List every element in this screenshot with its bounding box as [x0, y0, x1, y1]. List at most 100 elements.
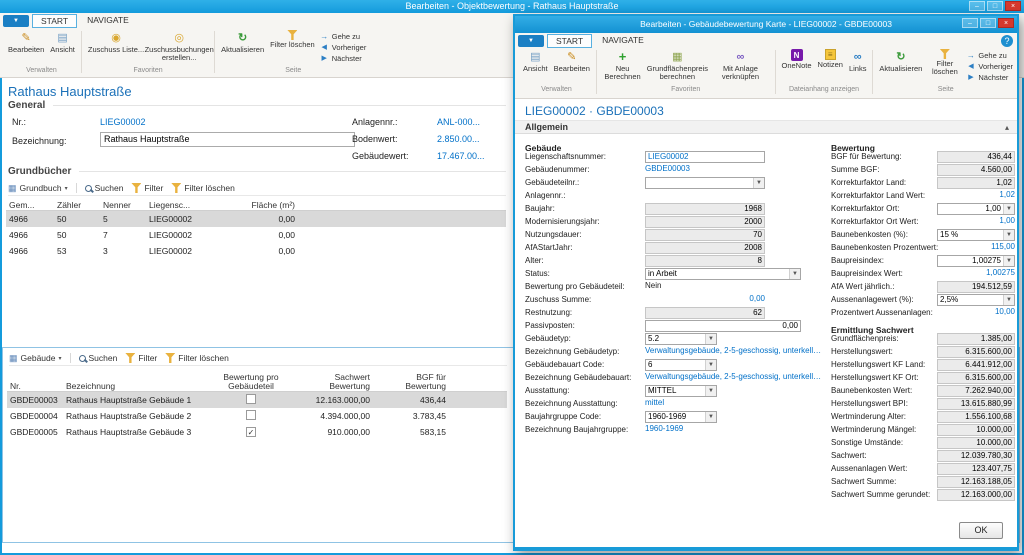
gebäudeteilnr-select[interactable]: ▼	[645, 177, 765, 189]
baupreisindex-select[interactable]: 1,00275▼	[937, 255, 1015, 267]
herstellungswert-input[interactable]: 6.315.600,00	[937, 346, 1015, 358]
bewertung-checkbox[interactable]: ✓	[246, 427, 256, 437]
aussenanlagewert-select[interactable]: 2,5%▼	[937, 294, 1015, 306]
status-select[interactable]: in Arbeit▼	[645, 268, 801, 280]
bearbeiten-button[interactable]: Bearbeiten	[5, 29, 47, 55]
close-button[interactable]: ×	[1005, 1, 1021, 11]
suchen-button[interactable]: Suchen	[79, 353, 118, 363]
grundflächenpreis-berechnen-button[interactable]: Grundflächenpreis berechnen	[645, 48, 709, 82]
gebäudetyp-select[interactable]: 5.2▼	[645, 333, 717, 345]
liegenschaftsnummer-input[interactable]: LIEG00002	[645, 151, 765, 163]
bodenwert-value-link[interactable]: 2.850.00...	[437, 134, 480, 144]
korrekturfaktor-ort-wert-link[interactable]: 1,00	[937, 216, 1015, 225]
section-general-header[interactable]: General	[8, 100, 506, 111]
gebäudebauart-code-select[interactable]: 6▼	[645, 359, 717, 371]
alter-input[interactable]: 8	[645, 255, 765, 267]
baujahr-input[interactable]: 1968	[645, 203, 765, 215]
sachwert-summe-input[interactable]: 12.163.188,05	[937, 476, 1015, 488]
vorheriger-button[interactable]: Vorheriger	[966, 61, 1013, 71]
bearbeiten-button[interactable]: Bearbeiten	[551, 48, 593, 74]
bewertung-checkbox[interactable]	[246, 410, 256, 420]
sachwert-input[interactable]: 12.039.780,30	[937, 450, 1015, 462]
afa-wert-jährlich-input[interactable]: 194.512,59	[937, 281, 1015, 293]
ok-button[interactable]: OK	[959, 522, 1003, 539]
sonstige-umstände-input[interactable]: 10.000,00	[937, 437, 1015, 449]
dialog-maximize-button[interactable]: □	[980, 18, 996, 28]
summe-bgf-input[interactable]: 4.560,00	[937, 164, 1015, 176]
passivposten-input[interactable]: 0,00	[645, 320, 801, 332]
section-grundbuecher-header[interactable]: Grundbücher	[8, 166, 506, 177]
table-row[interactable]: 4966507LIEG000020,00	[6, 227, 506, 243]
bezeichnung-baujahrgruppe-link[interactable]: 1960-1969	[645, 424, 683, 433]
korrekturfaktor-land-input[interactable]: 1,02	[937, 177, 1015, 189]
sachwert-summe-gerundet-input[interactable]: 12.163.000,00	[937, 489, 1015, 501]
baunebenkosten-prozentwert-link[interactable]: 115,00	[937, 242, 1015, 251]
herstellungswert-bpi-input[interactable]: 13.615.880,99	[937, 398, 1015, 410]
ansicht-button[interactable]: Ansicht	[47, 29, 78, 55]
zuschuss-summe-link[interactable]: 0,00	[645, 294, 765, 303]
grundbuch-button[interactable]: Grundbuch▾	[8, 183, 68, 194]
bezeichnung-input[interactable]: Rathaus Hauptstraße	[100, 132, 355, 147]
aktualisieren-button[interactable]: Aktualisieren	[876, 48, 925, 74]
gebäude-button[interactable]: Gebäude▾	[9, 353, 62, 364]
filter-button[interactable]: Filter	[125, 353, 157, 363]
help-icon[interactable]: ?	[1001, 35, 1013, 47]
nr-value-link[interactable]: LIEG00002	[100, 117, 146, 127]
bezeichnung-gebäudetyp-link[interactable]: Verwaltungsgebäude, 2-5-geschossig, unte…	[645, 346, 825, 355]
mit-anlage-verknüpfen-button[interactable]: Mit Anlage verknüpfen	[709, 48, 771, 82]
tab-navigate[interactable]: NAVIGATE	[594, 34, 652, 48]
prozentwert-aussenanlagen-link[interactable]: 10,00	[937, 307, 1015, 316]
filter-löschen-button[interactable]: Filter löschen	[165, 353, 229, 363]
wertminderung-alter-input[interactable]: 1.556.100,68	[937, 411, 1015, 423]
fasttab-allgemein[interactable]: Allgemein ▴	[515, 120, 1017, 134]
bgf-für-bewertung-input[interactable]: 436,44	[937, 151, 1015, 163]
application-menu-button[interactable]: ▼	[3, 15, 29, 27]
nächster-button[interactable]: Nächster	[966, 72, 1013, 82]
minimize-button[interactable]: –	[969, 1, 985, 11]
anlagennr-value-link[interactable]: ANL-000...	[437, 117, 480, 127]
filter-löschen-button[interactable]: Filter löschen	[171, 183, 235, 193]
grundflächenpreis-input[interactable]: 1.385,00	[937, 333, 1015, 345]
table-row[interactable]: 4966505LIEG000020,00	[6, 211, 506, 227]
zuschuss-liste-button[interactable]: Zuschuss Liste...	[85, 29, 147, 55]
notizen-button[interactable]: Notizen	[815, 48, 846, 70]
gehe-zu-button[interactable]: Gehe zu	[966, 50, 1013, 60]
application-menu-button[interactable]: ▼	[518, 35, 544, 47]
onenote-button[interactable]: OneNote	[779, 48, 815, 71]
wertminderung-mängel-input[interactable]: 10.000,00	[937, 424, 1015, 436]
vorheriger-button[interactable]: Vorheriger	[320, 42, 367, 52]
herstellungswert-kf-ort-input[interactable]: 6.315.600,00	[937, 372, 1015, 384]
table-row[interactable]: GBDE00004Rathaus Hauptstraße Gebäude 24.…	[7, 408, 507, 424]
baunebenkosten-wert-input[interactable]: 7.262.940,00	[937, 385, 1015, 397]
filter-button[interactable]: Filter	[131, 183, 163, 193]
table-row[interactable]: GBDE00003Rathaus Hauptstraße Gebäude 112…	[7, 392, 507, 408]
gebaeudewert-value-link[interactable]: 17.467.00...	[437, 151, 485, 161]
suchen-button[interactable]: Suchen	[85, 183, 124, 193]
dialog-minimize-button[interactable]: –	[962, 18, 978, 28]
korrekturfaktor-ort-select[interactable]: 1,00▼	[937, 203, 1015, 215]
neu-berechnen-button[interactable]: Neu Berechnen	[600, 48, 646, 82]
filter-löschen-button[interactable]: Filter löschen	[267, 29, 318, 50]
zuschussbuchungen-erstellen-button[interactable]: Zuschussbuchungen erstellen...	[147, 29, 211, 63]
table-row[interactable]: GBDE00005Rathaus Hauptstraße Gebäude 3✓9…	[7, 424, 507, 440]
tab-start[interactable]: START	[547, 34, 592, 48]
ansicht-button[interactable]: Ansicht	[520, 48, 551, 74]
baujahrgruppe-code-select[interactable]: 1960-1969▼	[645, 411, 717, 423]
korrekturfaktor-land-wert-link[interactable]: 1,02	[937, 190, 1015, 199]
maximize-button[interactable]: □	[987, 1, 1003, 11]
nutzungsdauer-input[interactable]: 70	[645, 229, 765, 241]
chevron-up-icon[interactable]: ▴	[1005, 123, 1009, 132]
modernisierungsjahr-input[interactable]: 2000	[645, 216, 765, 228]
restnutzung-input[interactable]: 62	[645, 307, 765, 319]
gebäudenummer-link[interactable]: GBDE00003	[645, 164, 690, 173]
herstellungswert-kf-land-input[interactable]: 6.441.912,00	[937, 359, 1015, 371]
aussenanlagen-wert-input[interactable]: 123.407,75	[937, 463, 1015, 475]
baunebenkosten-select[interactable]: 15 %▼	[937, 229, 1015, 241]
bezeichnung-ausstattung-link[interactable]: mittel	[645, 398, 664, 407]
tab-navigate[interactable]: NAVIGATE	[79, 14, 137, 28]
tab-start[interactable]: START	[32, 14, 77, 28]
bewertung-checkbox[interactable]	[246, 394, 256, 404]
links-button[interactable]: Links	[846, 48, 870, 74]
ausstattung-select[interactable]: MITTEL▼	[645, 385, 717, 397]
gehe-zu-button[interactable]: Gehe zu	[320, 31, 367, 41]
